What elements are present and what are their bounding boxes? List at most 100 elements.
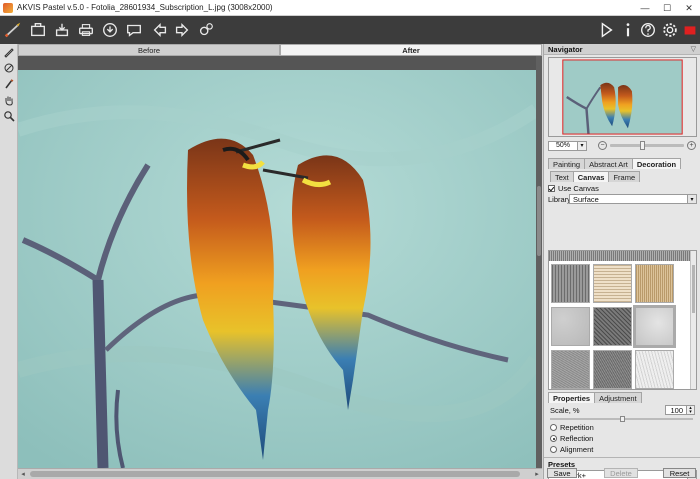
- texture-thumbnail[interactable]: [593, 307, 632, 346]
- run-icon[interactable]: [596, 20, 616, 40]
- scale-slider-knob[interactable]: [619, 416, 625, 422]
- back-icon[interactable]: [150, 20, 170, 40]
- alignment-label: Alignment: [560, 445, 594, 454]
- library-label: Library: [548, 195, 571, 204]
- minimize-button[interactable]: —: [634, 0, 656, 16]
- maximize-button[interactable]: ☐: [656, 0, 678, 16]
- properties-tabs: Properties Adjustment: [548, 392, 642, 403]
- repetition-radio[interactable]: [550, 424, 557, 431]
- library-select[interactable]: Surface ▾: [569, 194, 697, 204]
- library-value: Surface: [573, 194, 599, 204]
- reflection-label: Reflection: [560, 434, 594, 443]
- texture-scrollbar[interactable]: [690, 251, 696, 389]
- eraser-icon[interactable]: [0, 60, 18, 76]
- scale-stepper[interactable]: ▴ ▾: [687, 405, 695, 415]
- texture-thumbnail-selected[interactable]: [633, 305, 676, 348]
- use-canvas-checkbox[interactable]: [548, 185, 555, 192]
- zoom-controls: 50% ▾ − +: [548, 140, 697, 151]
- texture-thumbnail[interactable]: [551, 264, 590, 303]
- use-canvas-label: Use Canvas: [558, 184, 599, 193]
- help-icon[interactable]: [638, 20, 658, 40]
- texture-strip-top[interactable]: [549, 251, 696, 261]
- texture-thumbnail[interactable]: [635, 264, 674, 303]
- repetition-label: Repetition: [560, 423, 594, 432]
- pencil-icon[interactable]: [0, 44, 18, 60]
- navigator-header: Navigator ▽: [544, 44, 700, 55]
- repetition-option[interactable]: Repetition: [550, 423, 594, 432]
- chat-icon[interactable]: [124, 20, 144, 40]
- tab-painting[interactable]: Painting: [548, 158, 586, 169]
- tab-before[interactable]: Before: [18, 44, 280, 56]
- texture-thumbnail[interactable]: [551, 350, 590, 389]
- reflection-option[interactable]: Reflection: [550, 434, 593, 443]
- zoom-slider-knob[interactable]: [640, 141, 645, 150]
- forward-icon[interactable]: [172, 20, 192, 40]
- texture-thumbnail[interactable]: [635, 350, 674, 389]
- texture-thumbnail[interactable]: [551, 307, 590, 346]
- view-tabs: Before After: [18, 44, 542, 56]
- alignment-option[interactable]: Alignment: [550, 445, 593, 454]
- save-preset-button[interactable]: Save: [547, 468, 577, 478]
- artwork-image: [18, 70, 536, 468]
- tab-properties[interactable]: Properties: [548, 392, 596, 403]
- zoom-value[interactable]: 50%: [548, 140, 578, 151]
- tab-abstract-art[interactable]: Abstract Art: [584, 158, 633, 169]
- use-canvas-row: Use Canvas: [548, 184, 599, 193]
- batch-icon[interactable]: [196, 20, 216, 40]
- zoom-in-icon[interactable]: +: [687, 141, 696, 150]
- library-row: Library: [548, 195, 571, 204]
- share-icon[interactable]: [100, 20, 120, 40]
- scroll-left-icon[interactable]: ◂: [18, 469, 28, 479]
- zoom-dropdown-icon[interactable]: ▾: [578, 140, 587, 151]
- delete-preset-button[interactable]: Delete: [604, 468, 638, 478]
- navigator-title: Navigator: [548, 44, 583, 54]
- chevron-down-icon[interactable]: ▾: [687, 195, 696, 203]
- divider: [544, 457, 700, 458]
- zoom-slider[interactable]: [610, 141, 684, 150]
- save-icon[interactable]: [52, 20, 72, 40]
- scale-slider[interactable]: [550, 416, 693, 422]
- reset-button[interactable]: Reset: [663, 468, 696, 478]
- tab-text[interactable]: Text: [550, 171, 574, 182]
- window-controls: — ☐ ✕: [634, 0, 700, 16]
- settings-icon[interactable]: [660, 20, 680, 40]
- texture-library: [548, 250, 697, 390]
- texture-scroll-thumb[interactable]: [692, 265, 695, 313]
- texture-thumbnail[interactable]: [593, 350, 632, 389]
- close-button[interactable]: ✕: [678, 0, 700, 16]
- print-icon[interactable]: [76, 20, 96, 40]
- info-icon[interactable]: [618, 20, 638, 40]
- navigator-preview[interactable]: [548, 57, 697, 137]
- collapse-icon[interactable]: ▽: [691, 45, 696, 53]
- scale-input[interactable]: 100: [665, 405, 687, 415]
- tab-after[interactable]: After: [280, 44, 542, 56]
- zoom-icon[interactable]: [0, 108, 18, 124]
- tab-adjustment[interactable]: Adjustment: [594, 392, 642, 403]
- hand-icon[interactable]: [0, 92, 18, 108]
- horizontal-scrollbar[interactable]: ◂ ▸: [18, 468, 542, 479]
- alignment-radio[interactable]: [550, 446, 557, 453]
- tab-canvas[interactable]: Canvas: [572, 171, 610, 182]
- toolbar: [0, 16, 700, 44]
- mode-tabs: Painting Abstract Art Decoration: [548, 158, 682, 169]
- scroll-right-icon[interactable]: ▸: [532, 469, 542, 479]
- horizontal-scroll-thumb[interactable]: [30, 471, 520, 477]
- vertical-scrollbar[interactable]: [536, 56, 542, 468]
- tab-decoration[interactable]: Decoration: [631, 158, 682, 169]
- texture-thumbnail[interactable]: [593, 264, 632, 303]
- brush-logo-icon: [3, 20, 23, 40]
- app-logo-icon: [3, 2, 13, 13]
- vertical-scroll-thumb[interactable]: [537, 186, 541, 256]
- stamp-icon[interactable]: [0, 76, 18, 92]
- tab-frame[interactable]: Frame: [608, 171, 641, 182]
- tool-palette: [0, 44, 18, 479]
- settings-panel: Navigator ▽ 50% ▾ − + Painting Abstract …: [543, 44, 700, 479]
- decoration-tabs: Text Canvas Frame: [550, 171, 641, 182]
- scale-row: Scale, %: [550, 406, 580, 415]
- window-title: AKVIS Pastel v.5.0 - Fotolia_28601934_Su…: [17, 3, 273, 12]
- image-canvas[interactable]: [18, 56, 542, 468]
- open-icon[interactable]: [28, 20, 48, 40]
- reflection-radio[interactable]: [550, 435, 557, 442]
- zoom-out-icon[interactable]: −: [598, 141, 607, 150]
- tray-icon[interactable]: [680, 20, 700, 40]
